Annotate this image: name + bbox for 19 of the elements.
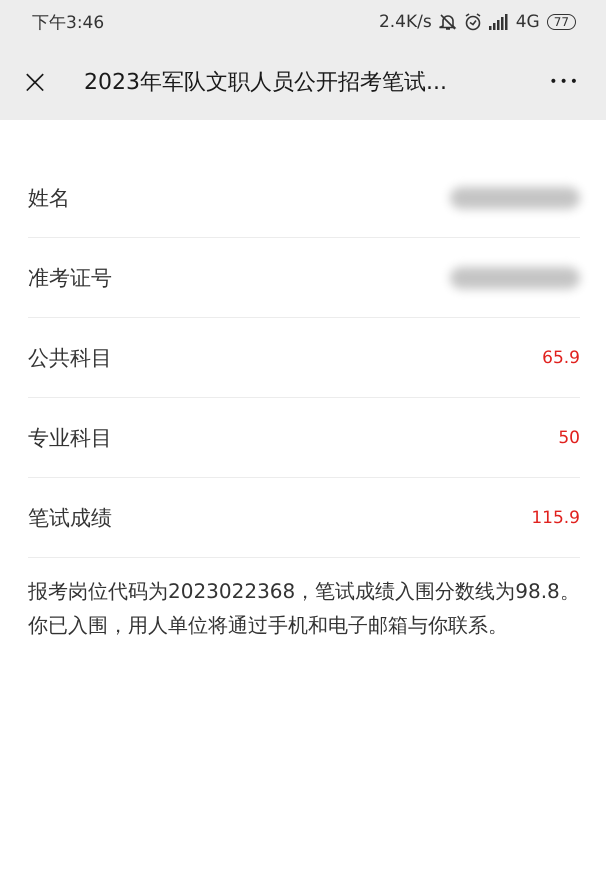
clock: 下午3:46: [32, 12, 104, 34]
page-title: 2023年军队文职人员公开招考笔试...: [84, 69, 447, 97]
network-speed: 2.4K/s: [378, 12, 432, 32]
alarm-icon: [464, 13, 482, 31]
field-label: 笔试成绩: [28, 504, 112, 532]
bell-muted-icon: [438, 13, 457, 31]
score-value: 65.9: [542, 348, 580, 368]
result-message: 报考岗位代码为2023022368，笔试成绩入围分数线为98.8。你已入围，用人单位将通过手机和电子邮箱与你联系。: [28, 578, 580, 639]
close-button[interactable]: ×: [20, 65, 50, 99]
field-label: 姓名: [28, 184, 70, 212]
score-value: 115.9: [531, 508, 580, 528]
battery-level: 77: [546, 14, 576, 30]
score-value: 50: [558, 428, 580, 448]
field-label: 公共科目: [28, 344, 112, 372]
network-type: 4G: [516, 12, 540, 32]
signal-icon: [488, 14, 509, 30]
field-label: 专业科目: [28, 424, 112, 452]
more-button[interactable]: •••: [549, 74, 580, 90]
field-label: 准考证号: [28, 264, 112, 292]
